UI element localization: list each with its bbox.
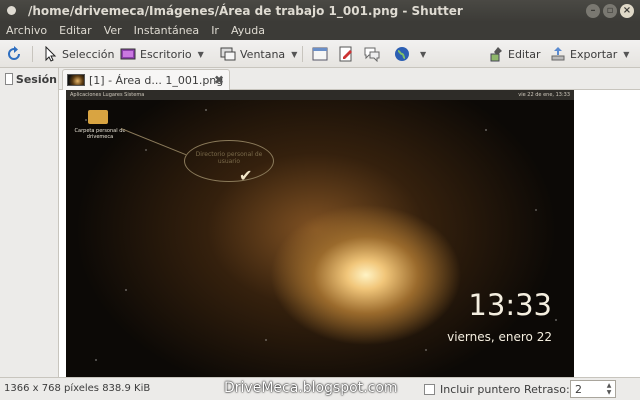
thumbnail-icon: [67, 74, 85, 86]
selection-label: Selección: [62, 47, 115, 61]
window-title: /home/drivemeca/Imágenes/Área de trabajo…: [28, 4, 463, 18]
globe-icon: [395, 47, 409, 61]
captured-panel-menus: Aplicaciones Lugares Sistema: [70, 92, 145, 98]
desktop-icon: [120, 48, 136, 60]
image-info: 1366 x 768 píxeles 838.9 KiB: [4, 383, 151, 394]
home-folder-icon: [88, 110, 108, 124]
menu-ver[interactable]: Ver: [98, 22, 128, 40]
session-tab[interactable]: Sesión: [2, 70, 57, 88]
desktop-clock: 13:33: [468, 288, 552, 322]
refresh-icon: [8, 46, 20, 60]
document-edit-icon: [339, 46, 352, 62]
image-view[interactable]: Aplicaciones Lugares Sistema vie 22 de e…: [59, 90, 640, 377]
delay-value: 2: [575, 383, 582, 396]
include-pointer-checkbox[interactable]: [424, 384, 435, 395]
desktop-button[interactable]: Escritorio ▼: [120, 44, 204, 64]
menu-ir[interactable]: Ir: [205, 22, 225, 40]
menu-capture-button[interactable]: [312, 44, 332, 64]
window-icon: [220, 47, 236, 61]
tab-screenshot[interactable]: [1] - Área d... 1_001.png ✖: [62, 69, 230, 90]
export-button[interactable]: Exportar ▼: [550, 44, 629, 64]
toolbar-separator: [32, 46, 33, 62]
window-button[interactable]: Ventana ▼: [220, 44, 297, 64]
session-sidebar: Sesión: [0, 68, 59, 377]
selection-button[interactable]: Selección: [42, 44, 114, 64]
toolbar: Selección Escritorio ▼ Ventana ▼ ▼ Edita…: [0, 40, 640, 68]
menu-ayuda[interactable]: Ayuda: [225, 22, 271, 40]
status-bar: 1366 x 768 píxeles 838.9 KiB DriveMeca.b…: [0, 377, 640, 400]
delay-spinner[interactable]: 2 ▲ ▼: [570, 380, 616, 398]
menu-editar[interactable]: Editar: [53, 22, 98, 40]
screenshot-image: Aplicaciones Lugares Sistema vie 22 de e…: [66, 90, 574, 377]
speech-bubble-icon: [364, 47, 380, 62]
menu-bar: Archivo Editar Ver Instantánea Ir Ayuda: [0, 22, 640, 40]
captured-top-panel: Aplicaciones Lugares Sistema vie 22 de e…: [66, 90, 574, 100]
delay-label: Retraso:: [524, 383, 570, 396]
maximize-button[interactable]: ▫: [603, 4, 617, 18]
window-label: Ventana: [240, 47, 286, 61]
window-dropdown-icon[interactable]: ▼: [291, 50, 297, 59]
watermark: DriveMeca.blogspot.com: [224, 380, 398, 396]
menu-archivo[interactable]: Archivo: [0, 22, 53, 40]
session-label: Sesión: [15, 72, 57, 86]
refresh-button[interactable]: [6, 44, 26, 64]
edit-document-button[interactable]: [338, 44, 358, 64]
window-controls: – ▫ ×: [586, 4, 634, 18]
paint-brush-icon: [490, 47, 502, 62]
session-icon: [5, 73, 13, 85]
tab-bar: [1] - Área d... 1_001.png ✖: [59, 68, 640, 90]
desktop-date: viernes, enero 22: [447, 330, 552, 344]
edit-label: Editar: [508, 47, 541, 61]
window-menu-icon[interactable]: [7, 6, 16, 15]
toolbar-separator: [302, 46, 303, 62]
desktop-label: Escritorio: [140, 47, 192, 61]
cursor-arrow-icon: [45, 46, 57, 62]
minimize-button[interactable]: –: [586, 4, 600, 18]
web-dropdown-icon[interactable]: ▼: [420, 50, 426, 59]
desktop-dropdown-icon[interactable]: ▼: [198, 50, 204, 59]
close-button[interactable]: ×: [620, 4, 634, 18]
spinner-arrows-icon[interactable]: ▲ ▼: [604, 382, 614, 396]
tab-label: [1] - Área d... 1_001.png: [89, 73, 224, 87]
export-icon: [551, 47, 565, 61]
web-capture-button[interactable]: ▼: [394, 44, 426, 64]
tooltip-capture-button[interactable]: [364, 44, 384, 64]
callout-ellipse: Directorio personal de usuario: [184, 140, 274, 182]
menu-window-icon: [312, 47, 328, 61]
title-bar: /home/drivemeca/Imágenes/Área de trabajo…: [0, 0, 640, 22]
close-tab-icon[interactable]: ✖: [214, 73, 224, 87]
edit-button[interactable]: Editar: [488, 44, 541, 64]
export-dropdown-icon[interactable]: ▼: [623, 50, 629, 59]
captured-panel-clock: vie 22 de ene, 13:33: [518, 92, 570, 98]
folder-label: Carpeta personal de drivemeca: [74, 128, 126, 140]
checkmark-icon: ✔: [239, 166, 253, 185]
include-pointer-label[interactable]: Incluir puntero: [440, 383, 520, 396]
export-label: Exportar: [570, 47, 618, 61]
menu-instantanea[interactable]: Instantánea: [128, 22, 206, 40]
